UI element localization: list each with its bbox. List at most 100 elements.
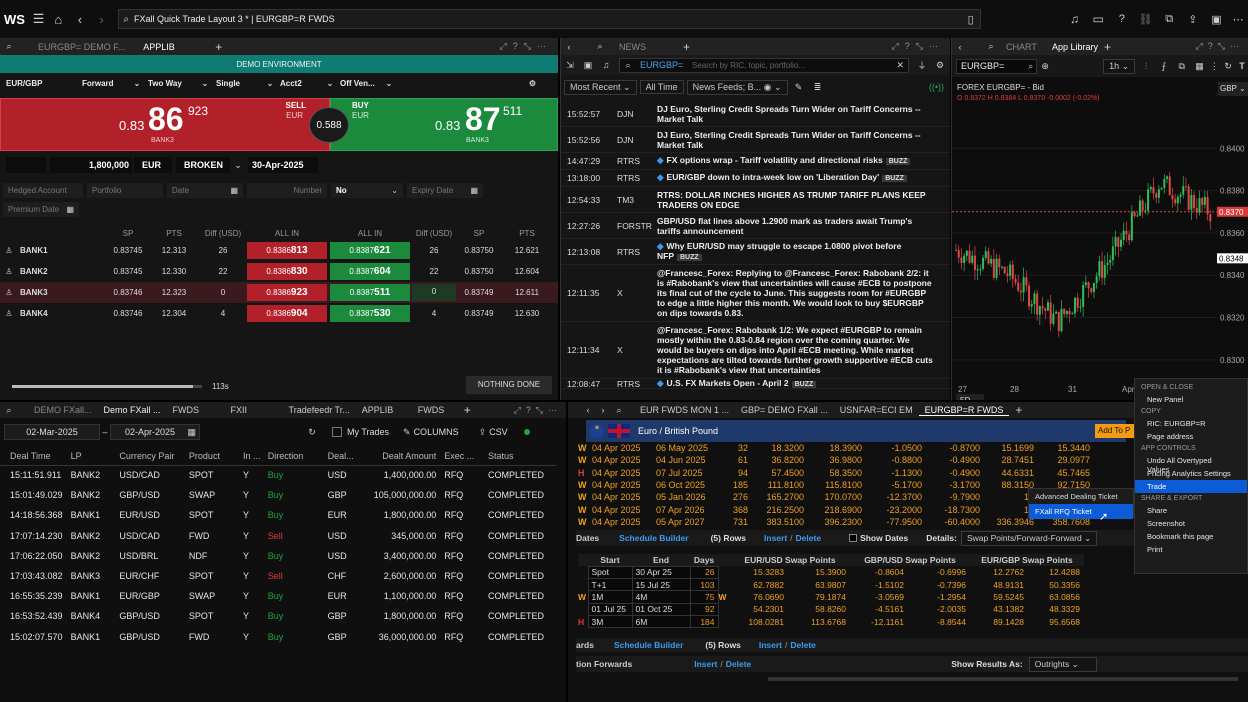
compare-icon[interactable]: ⧉: [1173, 61, 1191, 72]
product-select[interactable]: Forward: [82, 79, 126, 88]
grid-icon[interactable]: ▦: [1191, 61, 1209, 72]
add-tab-icon[interactable]: +: [464, 403, 471, 417]
news-item[interactable]: 12:13:08 RTRS ◆ Why EUR/USD may struggle to…: [561, 239, 950, 265]
news-item[interactable]: 12:27:26 FORSTR GBP/USD flat lines above 1…: [561, 213, 950, 239]
address-bar[interactable]: ⌕ FXall Quick Trade Layout 3 * | EURGBP=…: [118, 9, 981, 29]
expiry-date-field[interactable]: Expiry Date ▦: [407, 183, 483, 198]
news-item[interactable]: 12:11:35 X @Francesc_Forex: Replying to @F…: [561, 265, 950, 322]
tab-fxii[interactable]: FXII: [225, 405, 283, 415]
trades-column-header[interactable]: Deal...: [327, 447, 364, 466]
interval-select[interactable]: 1h ⌄: [1103, 58, 1136, 74]
csv-button[interactable]: CSV: [489, 427, 508, 437]
refresh-icon[interactable]: ↻: [1220, 61, 1236, 72]
swap-points-cell[interactable]: Spot: [587, 565, 633, 579]
bank-quote-row[interactable]: ♙ BANK1 0.83745 12.313 26 0.8386813 0.8387621 2…: [0, 240, 558, 261]
tab-applib[interactable]: APPLIB: [356, 405, 412, 415]
delete-link-2[interactable]: Delete: [790, 640, 816, 650]
news-search-box[interactable]: ⌕ EURGBP= Search by RIC, topic, portfoli…: [619, 57, 909, 73]
trade-row[interactable]: 15:02:07.570 BANK1 GBP/USD FWD Y Buy GBP 36,000…: [0, 627, 556, 647]
save-icon[interactable]: ▣: [579, 60, 597, 71]
trade-row[interactable]: 15:01:49.029 BANK2 GBP/USD SWAP Y Buy GBP 105,0…: [0, 485, 556, 505]
search-icon[interactable]: ⌕: [2, 405, 16, 416]
tab-chart[interactable]: CHART: [1000, 42, 1046, 52]
trades-column-header[interactable]: Direction: [267, 447, 328, 466]
panel-controls-icon[interactable]: ⤢?⤡⋯: [892, 41, 944, 52]
search-icon[interactable]: ⌕: [591, 41, 609, 52]
tab-tradefeedr[interactable]: Tradefeedr Tr...: [283, 405, 356, 415]
add-tab-icon[interactable]: +: [215, 40, 222, 54]
back-arrow-icon[interactable]: ‹: [952, 42, 968, 52]
hedged-account-field[interactable]: Hedged Account: [3, 183, 83, 198]
context-menu-item[interactable]: Print: [1135, 543, 1247, 556]
edit-icon[interactable]: ✎: [403, 427, 411, 438]
context-menu-item[interactable]: Page address: [1135, 430, 1247, 443]
forward-outright-row[interactable]: W 04 Apr 2025 06 May 2025 32 18.3200 18.3900 -…: [578, 442, 1094, 454]
bank-ask-button[interactable]: 0.8387604: [330, 263, 410, 280]
news-item[interactable]: 12:54:33 TM3 RTRS: DOLLAR INCHES HIGHER AS…: [561, 187, 950, 213]
to-date-input[interactable]: 02-Apr-2025 ▦: [110, 424, 200, 440]
way-select[interactable]: Two Way: [148, 79, 194, 88]
news-item[interactable]: 14:47:29 RTRS ◆ FX options wrap - Tariff vo…: [561, 153, 950, 170]
premium-date-field[interactable]: Premium Date ▦: [3, 202, 79, 217]
chevron-down-icon[interactable]: ⌄: [230, 160, 246, 171]
trade-row[interactable]: 14:18:56.368 BANK1 EUR/USD SPOT Y Buy EUR 1,800…: [0, 505, 556, 525]
context-menu-item[interactable]: Bookmark this page: [1135, 530, 1247, 543]
bank-bid-button[interactable]: 0.8386813: [247, 242, 327, 259]
back-arrow-icon[interactable]: ‹: [69, 12, 91, 27]
trades-column-header[interactable]: Dealt Amount: [363, 447, 445, 466]
show-dates-checkbox[interactable]: [849, 534, 858, 542]
my-trades-checkbox[interactable]: [332, 427, 342, 437]
bank-bid-button[interactable]: 0.8386830: [247, 263, 327, 280]
trade-row[interactable]: 17:06:22.050 BANK2 USD/BRL NDF Y Buy USD 3,400,…: [0, 546, 556, 566]
panel-controls-icon[interactable]: ⤢?⤡⋯: [1196, 41, 1244, 52]
chevron-down-icon[interactable]: ⌄: [194, 79, 216, 88]
bank-bid-button[interactable]: 0.8386923: [247, 284, 327, 301]
export-icon[interactable]: ⇪: [479, 427, 487, 438]
more-icon[interactable]: ⋮: [1208, 61, 1220, 72]
chevron-down-icon[interactable]: ⌄: [126, 79, 148, 88]
edit-icon[interactable]: ✎: [791, 82, 807, 93]
venue-select[interactable]: Off Ven...: [340, 79, 382, 88]
swap-points-cell[interactable]: 92: [689, 602, 719, 617]
live-feed-icon[interactable]: ((•)): [929, 82, 944, 92]
help-icon[interactable]: ?: [1110, 13, 1134, 25]
back-arrow-icon[interactable]: ‹: [580, 405, 596, 415]
context-menu-item[interactable]: New Panel: [1135, 393, 1247, 406]
bank-ask-button[interactable]: 0.8387511: [330, 284, 410, 301]
news-item[interactable]: 12:11:34 X @Francesc_Forex: Rabobank 1/2: …: [561, 322, 950, 379]
amount-ccy[interactable]: EUR: [134, 157, 172, 173]
search-icon[interactable]: ⌕: [2, 41, 16, 52]
new-window-icon[interactable]: ⧉: [1157, 13, 1181, 26]
insert-link-2[interactable]: Insert: [759, 640, 782, 650]
bank-quote-row[interactable]: ♙ BANK3 0.83746 12.323 0 0.8386923 0.8387511 0 0…: [0, 282, 558, 303]
context-menu-item[interactable]: Undo All Overtyped Values: [1135, 454, 1247, 474]
swap-points-cell[interactable]: 1M: [587, 590, 633, 604]
bank-ask-button[interactable]: 0.8387530: [330, 305, 410, 322]
swap-points-cell[interactable]: 01 Jul 25: [587, 602, 633, 617]
swap-points-cell[interactable]: 103: [689, 577, 719, 592]
trade-row[interactable]: 17:07:14.230 BANK2 USD/CAD FWD Y Sell USD 345,0…: [0, 526, 556, 546]
hamburger-menu-icon[interactable]: ☰: [30, 11, 48, 27]
trades-column-header[interactable]: Exec ...: [444, 447, 488, 466]
swap-points-cell[interactable]: 184: [689, 615, 719, 629]
swap-points-cell[interactable]: 3M: [587, 615, 633, 629]
trades-column-header[interactable]: LP: [70, 447, 120, 466]
fwds-hscrollbar[interactable]: [768, 677, 1238, 681]
swap-points-row[interactable]: T+1 15 Jul 25 103 62.7882 63.9807 -1.5102 -0.7…: [578, 577, 1084, 592]
currency-pair-select[interactable]: EUR/GBP: [6, 79, 82, 88]
tab-eurgbp-fwds[interactable]: EURGBP=R FWDS: [918, 405, 1010, 416]
news-ric-chip[interactable]: EURGBP=: [640, 60, 692, 70]
fxall-rfq-ticket-item[interactable]: FXall RFQ Ticket: [1029, 504, 1133, 519]
allocation-select[interactable]: Single: [216, 79, 260, 88]
home-icon[interactable]: ⌂: [47, 12, 69, 27]
bank-quote-row[interactable]: ♙ BANK4 0.83746 12.304 4 0.8386904 0.8387530 4 0…: [0, 303, 558, 324]
settings-gear-icon[interactable]: ⚙: [931, 60, 949, 71]
tab-applib[interactable]: APPLIB: [137, 42, 215, 52]
alert-bell-icon[interactable]: ♫: [597, 60, 615, 70]
link-icon[interactable]: ⛓: [1134, 13, 1158, 26]
trade-row[interactable]: 16:55:35.239 BANK1 EUR/GBP SWAP Y Buy EUR 1,100…: [0, 586, 556, 606]
tab-app-library[interactable]: App Library: [1046, 42, 1104, 52]
context-menu-item[interactable]: Trade: [1135, 480, 1247, 493]
time-range-chip[interactable]: All Time: [639, 80, 684, 94]
settings-gear-icon[interactable]: ⚙: [529, 79, 536, 88]
